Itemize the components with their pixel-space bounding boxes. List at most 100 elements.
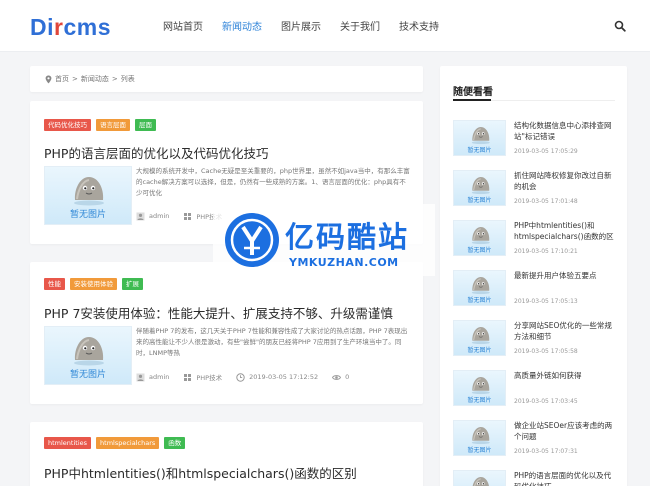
article-category[interactable]: PHP技术 bbox=[196, 372, 222, 382]
sidebar-post-thumbnail[interactable]: 暂无图片 bbox=[453, 270, 506, 306]
sidebar-post-thumbnail[interactable]: 暂无图片 bbox=[453, 420, 506, 456]
tag[interactable]: htmlentities bbox=[44, 437, 92, 449]
article-title[interactable]: PHP中htmlentities()和htmlspecialchars()函数的… bbox=[44, 463, 357, 482]
nav-item-about[interactable]: 关于我们 bbox=[340, 18, 380, 33]
sidebar-post-date: 2019-03-05 17:07:31 bbox=[514, 448, 578, 455]
article-thumbnail[interactable]: 暂无图片 bbox=[44, 166, 132, 225]
article-tags: htmlentities htmlspecialchars 函数 bbox=[44, 437, 190, 449]
sidebar-post-item[interactable]: 暂无图片 最新提升用户体验五要点 2019-03-05 17:05:13 bbox=[453, 270, 618, 308]
meta-author: admin bbox=[136, 212, 169, 221]
meta-date: 2019-03-05 17:12:52 bbox=[236, 372, 319, 382]
tag[interactable]: 安装使用体验 bbox=[70, 278, 117, 290]
sidebar-post-title[interactable]: 分享网站SEO优化的一些常规方法和细节 bbox=[514, 320, 618, 342]
tag[interactable]: 函数 bbox=[164, 437, 186, 449]
rock-mascot-image bbox=[471, 327, 490, 345]
breadcrumb-separator: > bbox=[111, 75, 118, 83]
main-nav: 网站首页 新闻动态 图片展示 关于我们 技术支持 bbox=[163, 18, 458, 33]
sidebar-title: 随便看看 bbox=[453, 87, 493, 98]
nav-item-images[interactable]: 图片展示 bbox=[281, 18, 321, 33]
article-title[interactable]: PHP 7安装使用体验：性能大提升、扩展支持不够、升级需谨慎 bbox=[44, 303, 393, 322]
meta-author: admin bbox=[136, 373, 169, 382]
sidebar-post-item[interactable]: 暂无图片 结构化数据信息中心添排查网站"标记错误 2019-03-05 17:05:… bbox=[453, 120, 618, 158]
tag[interactable]: 扩展 bbox=[122, 278, 143, 290]
article-title[interactable]: PHP的语言层面的优化以及代码优化技巧 bbox=[44, 143, 268, 162]
sidebar-post-title[interactable]: 高质量外链如何获得 bbox=[514, 370, 618, 381]
breadcrumb: 首页 > 新闻动态 > 列表 bbox=[30, 66, 423, 92]
no-image-label: 暂无图片 bbox=[467, 197, 492, 204]
rock-mascot-image bbox=[471, 177, 490, 195]
no-image-label: 暂无图片 bbox=[467, 297, 492, 304]
rock-mascot-image bbox=[74, 337, 104, 366]
sidebar-post-item[interactable]: 暂无图片 PHP的语言层面的优化以及代码优化技巧 bbox=[453, 470, 618, 486]
rock-mascot-image bbox=[471, 127, 490, 145]
sidebar-post-item[interactable]: 暂无图片 高质量外链如何获得 2019-03-05 17:03:45 bbox=[453, 370, 618, 408]
no-image-label: 暂无图片 bbox=[467, 247, 492, 254]
sidebar-post-date: 2019-03-05 17:05:29 bbox=[514, 148, 578, 155]
no-image-label: 暂无图片 bbox=[467, 147, 492, 154]
site-header: Dircms 网站首页 新闻动态 图片展示 关于我们 技术支持 bbox=[0, 0, 650, 52]
rock-mascot-image bbox=[74, 177, 104, 206]
logo-text-part1: Di bbox=[30, 14, 54, 40]
watermark: 亿码酷站 YMKUZHAN.COM bbox=[213, 204, 435, 276]
breadcrumb-section[interactable]: 新闻动态 bbox=[81, 74, 109, 84]
sidebar-post-title[interactable]: 做企业站SEOer应该考虑的两个问题 bbox=[514, 420, 618, 442]
sidebar-post-title[interactable]: 结构化数据信息中心添排查网站"标记错误 bbox=[514, 120, 618, 142]
tag[interactable]: 性能 bbox=[44, 278, 65, 290]
sidebar-post-title[interactable]: 抓住网站降权修复你改过自新的机会 bbox=[514, 170, 618, 192]
article-date: 2019-03-05 17:12:52 bbox=[249, 373, 319, 381]
nav-item-news[interactable]: 新闻动态 bbox=[222, 18, 262, 33]
article-card: 性能 安装使用体验 扩展 PHP 7安装使用体验：性能大提升、扩展支持不够、升级… bbox=[30, 262, 423, 404]
sidebar-post-thumbnail[interactable]: 暂无图片 bbox=[453, 170, 506, 206]
no-image-label: 暂无图片 bbox=[467, 447, 492, 454]
rock-mascot-image bbox=[471, 277, 490, 295]
eye-icon bbox=[332, 374, 342, 380]
watermark-logo-icon bbox=[225, 213, 279, 267]
user-icon bbox=[136, 373, 145, 381]
breadcrumb-separator: > bbox=[72, 75, 78, 83]
sidebar-post-item[interactable]: 暂无图片 PHP中htmlentities()和htmlspecialchars(… bbox=[453, 220, 618, 258]
watermark-text-cn: 亿码酷站 bbox=[285, 220, 410, 254]
sidebar-post-title[interactable]: PHP中htmlentities()和htmlspecialchars()函数的… bbox=[514, 220, 618, 242]
no-image-label: 暂无图片 bbox=[467, 347, 492, 354]
sidebar-post-thumbnail[interactable]: 暂无图片 bbox=[453, 120, 506, 156]
sidebar-post-title[interactable]: PHP的语言层面的优化以及代码优化技巧 bbox=[514, 470, 618, 486]
article-author[interactable]: admin bbox=[149, 212, 169, 220]
article-excerpt: 大规模的系统开发中，Cache无疑是至关重要的，php世界里，虽然不如java当… bbox=[136, 167, 410, 197]
meta-views: 0 bbox=[332, 373, 349, 382]
meta-category: PHP技术 bbox=[183, 372, 222, 382]
tag[interactable]: htmlspecialchars bbox=[96, 437, 160, 449]
article-author[interactable]: admin bbox=[149, 373, 169, 381]
article-card: htmlentities htmlspecialchars 函数 PHP中htm… bbox=[30, 422, 423, 486]
sidebar-post-date: 2019-03-05 17:03:45 bbox=[514, 398, 578, 405]
site-logo[interactable]: Dircms bbox=[30, 14, 111, 41]
search-icon[interactable] bbox=[614, 20, 626, 32]
no-image-label: 暂无图片 bbox=[69, 210, 106, 220]
sidebar-post-item[interactable]: 暂无图片 做企业站SEOer应该考虑的两个问题 2019-03-05 17:07:3… bbox=[453, 420, 618, 458]
rock-mascot-image bbox=[471, 227, 490, 245]
sidebar-post-item[interactable]: 暂无图片 抓住网站降权修复你改过自新的机会 2019-03-05 17:01:48 bbox=[453, 170, 618, 208]
sidebar-post-thumbnail[interactable]: 暂无图片 bbox=[453, 470, 506, 486]
sidebar-post-date: 2019-03-05 17:10:21 bbox=[514, 248, 578, 255]
article-excerpt: 伴随着PHP 7的发布，这几天关于PHP 7性能和兼容性成了大家讨论的热点话题，… bbox=[136, 327, 408, 357]
breadcrumb-current: 列表 bbox=[120, 75, 135, 83]
category-icon bbox=[184, 212, 192, 220]
sidebar-post-item[interactable]: 暂无图片 分享网站SEO优化的一些常规方法和细节 2019-03-05 17:05:… bbox=[453, 320, 618, 358]
sidebar-post-title[interactable]: 最新提升用户体验五要点 bbox=[514, 270, 618, 281]
sidebar-post-thumbnail[interactable]: 暂无图片 bbox=[453, 370, 506, 406]
watermark-text-en: YMKUZHAN.COM bbox=[289, 256, 399, 269]
breadcrumb-home[interactable]: 首页 bbox=[55, 74, 69, 84]
sidebar-random-posts: 随便看看 暂无图片 结构化数据信息中心添排查网站"标记错误 2019-03-05 1… bbox=[440, 66, 627, 486]
nav-item-support[interactable]: 技术支持 bbox=[399, 18, 439, 33]
location-icon bbox=[45, 75, 52, 83]
tag[interactable]: 代码优化技巧 bbox=[44, 119, 91, 131]
article-thumbnail[interactable]: 暂无图片 bbox=[44, 326, 132, 385]
tag[interactable]: 层面 bbox=[135, 119, 156, 131]
sidebar-post-thumbnail[interactable]: 暂无图片 bbox=[453, 320, 506, 356]
sidebar-post-thumbnail[interactable]: 暂无图片 bbox=[453, 220, 506, 256]
category-icon bbox=[184, 373, 192, 381]
tag[interactable]: 语言层面 bbox=[96, 119, 130, 131]
logo-text-part3: cms bbox=[63, 14, 111, 40]
article-views: 0 bbox=[345, 373, 350, 381]
no-image-label: 暂无图片 bbox=[69, 370, 106, 380]
nav-item-home[interactable]: 网站首页 bbox=[163, 18, 203, 33]
